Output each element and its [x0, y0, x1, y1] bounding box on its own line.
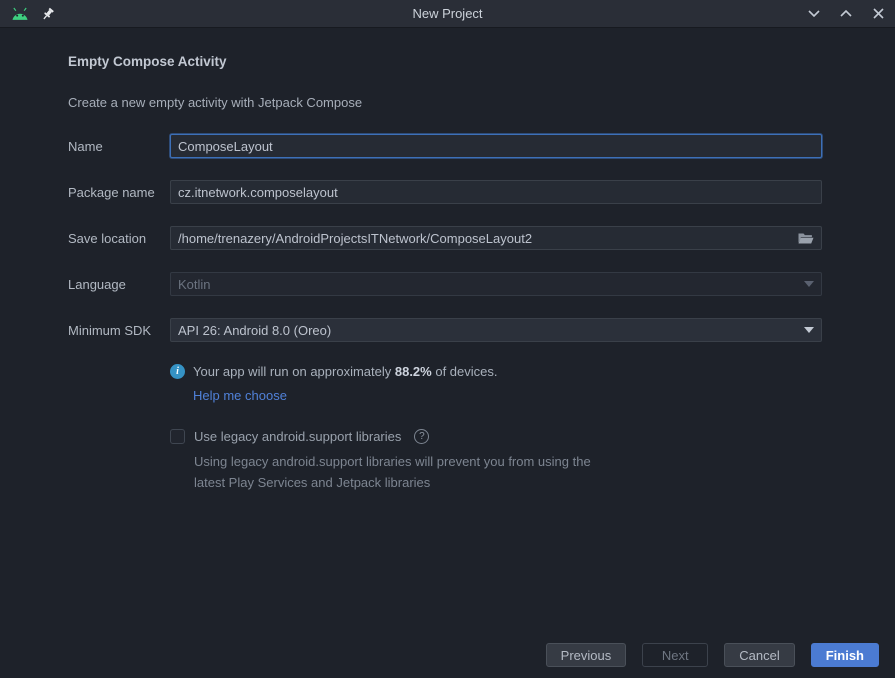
sdk-coverage-text: Your app will run on approximately 88.2%…	[193, 364, 498, 379]
package-row: Package name	[68, 180, 822, 204]
package-field-wrap	[170, 180, 822, 204]
dialog-body: Empty Compose Activity Create a new empt…	[0, 54, 895, 493]
package-input[interactable]	[178, 184, 814, 200]
folder-browse-icon[interactable]	[798, 232, 814, 244]
min-sdk-dropdown[interactable]: API 26: Android 8.0 (Oreo)	[170, 318, 822, 342]
cancel-button[interactable]: Cancel	[724, 643, 795, 667]
chevron-up-icon[interactable]	[839, 7, 853, 21]
pushpin-icon[interactable]	[40, 6, 56, 22]
language-dropdown: Kotlin	[170, 272, 822, 296]
chevron-down-icon	[804, 327, 814, 333]
finish-button[interactable]: Finish	[810, 643, 879, 667]
save-location-label: Save location	[68, 230, 147, 246]
project-form: Name Package name Save location	[68, 134, 822, 493]
window-title: New Project	[412, 6, 483, 21]
name-input[interactable]	[178, 138, 814, 154]
sdk-coverage-percent: 88.2%	[394, 364, 432, 379]
chevron-down-icon[interactable]	[807, 7, 821, 21]
help-circle-icon[interactable]: ?	[414, 429, 430, 444]
language-label: Language	[68, 276, 126, 292]
chevron-down-icon	[804, 281, 814, 287]
min-sdk-label: Minimum SDK	[68, 322, 152, 338]
language-value: Kotlin	[178, 276, 211, 292]
android-robot-icon	[10, 6, 30, 22]
legacy-libraries-description: Using legacy android.support libraries w…	[194, 454, 591, 490]
titlebar: New Project	[0, 0, 895, 28]
legacy-libraries-label: Use legacy android.support libraries	[194, 429, 402, 444]
close-icon[interactable]	[871, 7, 885, 21]
min-sdk-row: Minimum SDK API 26: Android 8.0 (Oreo)	[68, 318, 822, 342]
next-button: Next	[642, 643, 709, 667]
package-label: Package name	[68, 184, 155, 200]
page-title: Empty Compose Activity	[68, 54, 227, 69]
min-sdk-value: API 26: Android 8.0 (Oreo)	[178, 322, 332, 338]
help-me-choose-link[interactable]: Help me choose	[193, 388, 287, 403]
save-location-field-wrap	[170, 226, 822, 250]
name-row: Name	[68, 134, 822, 158]
legacy-libraries-checkbox[interactable]	[170, 429, 185, 444]
info-icon: i	[170, 364, 185, 379]
name-field-wrap	[170, 134, 822, 158]
new-project-dialog: New Project Empty Compose Activity Creat…	[0, 0, 895, 678]
legacy-libraries-row: Use legacy android.support libraries ?	[170, 429, 822, 444]
language-row: Language Kotlin	[68, 272, 822, 296]
dialog-footer: Previous Next Cancel Finish	[545, 643, 879, 667]
save-location-row: Save location	[68, 226, 822, 250]
page-subtitle: Create a new empty activity with Jetpack…	[68, 95, 363, 110]
save-location-input[interactable]	[178, 230, 790, 246]
previous-button[interactable]: Previous	[545, 643, 627, 667]
name-label: Name	[68, 138, 103, 154]
sdk-coverage-info: i Your app will run on approximately 88.…	[170, 364, 822, 379]
